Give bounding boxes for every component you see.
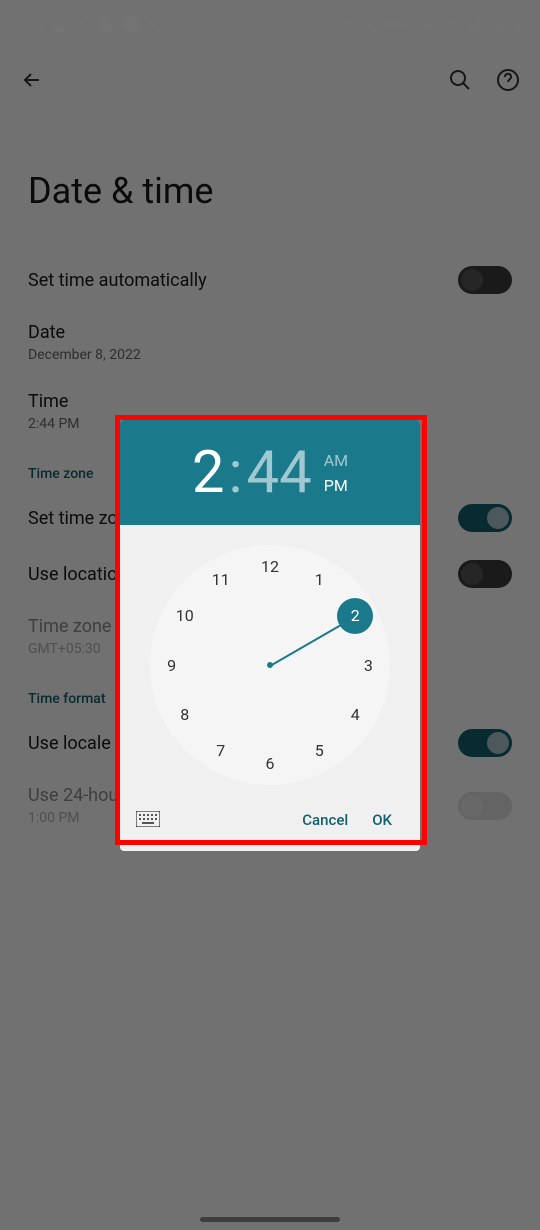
clock-num-1[interactable]: 1 [301,562,337,598]
clock-num-3[interactable]: 3 [350,647,386,683]
time-colon: : [228,439,242,507]
clock-hand [270,620,349,667]
clock-num-9[interactable]: 9 [154,647,190,683]
minute-display[interactable]: 44 [247,439,312,507]
hour-display[interactable]: 2 [192,439,225,507]
cancel-button[interactable]: Cancel [290,803,360,837]
clock-num-5[interactable]: 5 [301,732,337,768]
clock-num-4[interactable]: 4 [337,696,373,732]
clock-num-7[interactable]: 7 [203,732,239,768]
clock-num-2[interactable]: 2 [337,598,373,634]
clock-num-6[interactable]: 6 [252,745,288,781]
time-picker-dialog: 2 : 44 AM PM 12 1 2 3 4 5 6 7 8 9 10 11 … [120,420,420,851]
clock-face[interactable]: 12 1 2 3 4 5 6 7 8 9 10 11 [150,545,390,785]
keyboard-icon[interactable] [136,811,160,829]
pm-button[interactable]: PM [324,476,348,495]
ok-button[interactable]: OK [360,803,404,837]
clock-num-8[interactable]: 8 [167,696,203,732]
am-button[interactable]: AM [324,451,348,470]
dialog-actions: Cancel OK [120,795,420,851]
clock-num-11[interactable]: 11 [203,562,239,598]
clock-num-10[interactable]: 10 [167,598,203,634]
clock-center [267,662,273,668]
dialog-header: 2 : 44 AM PM [120,420,420,525]
clock-num-12[interactable]: 12 [252,549,288,585]
